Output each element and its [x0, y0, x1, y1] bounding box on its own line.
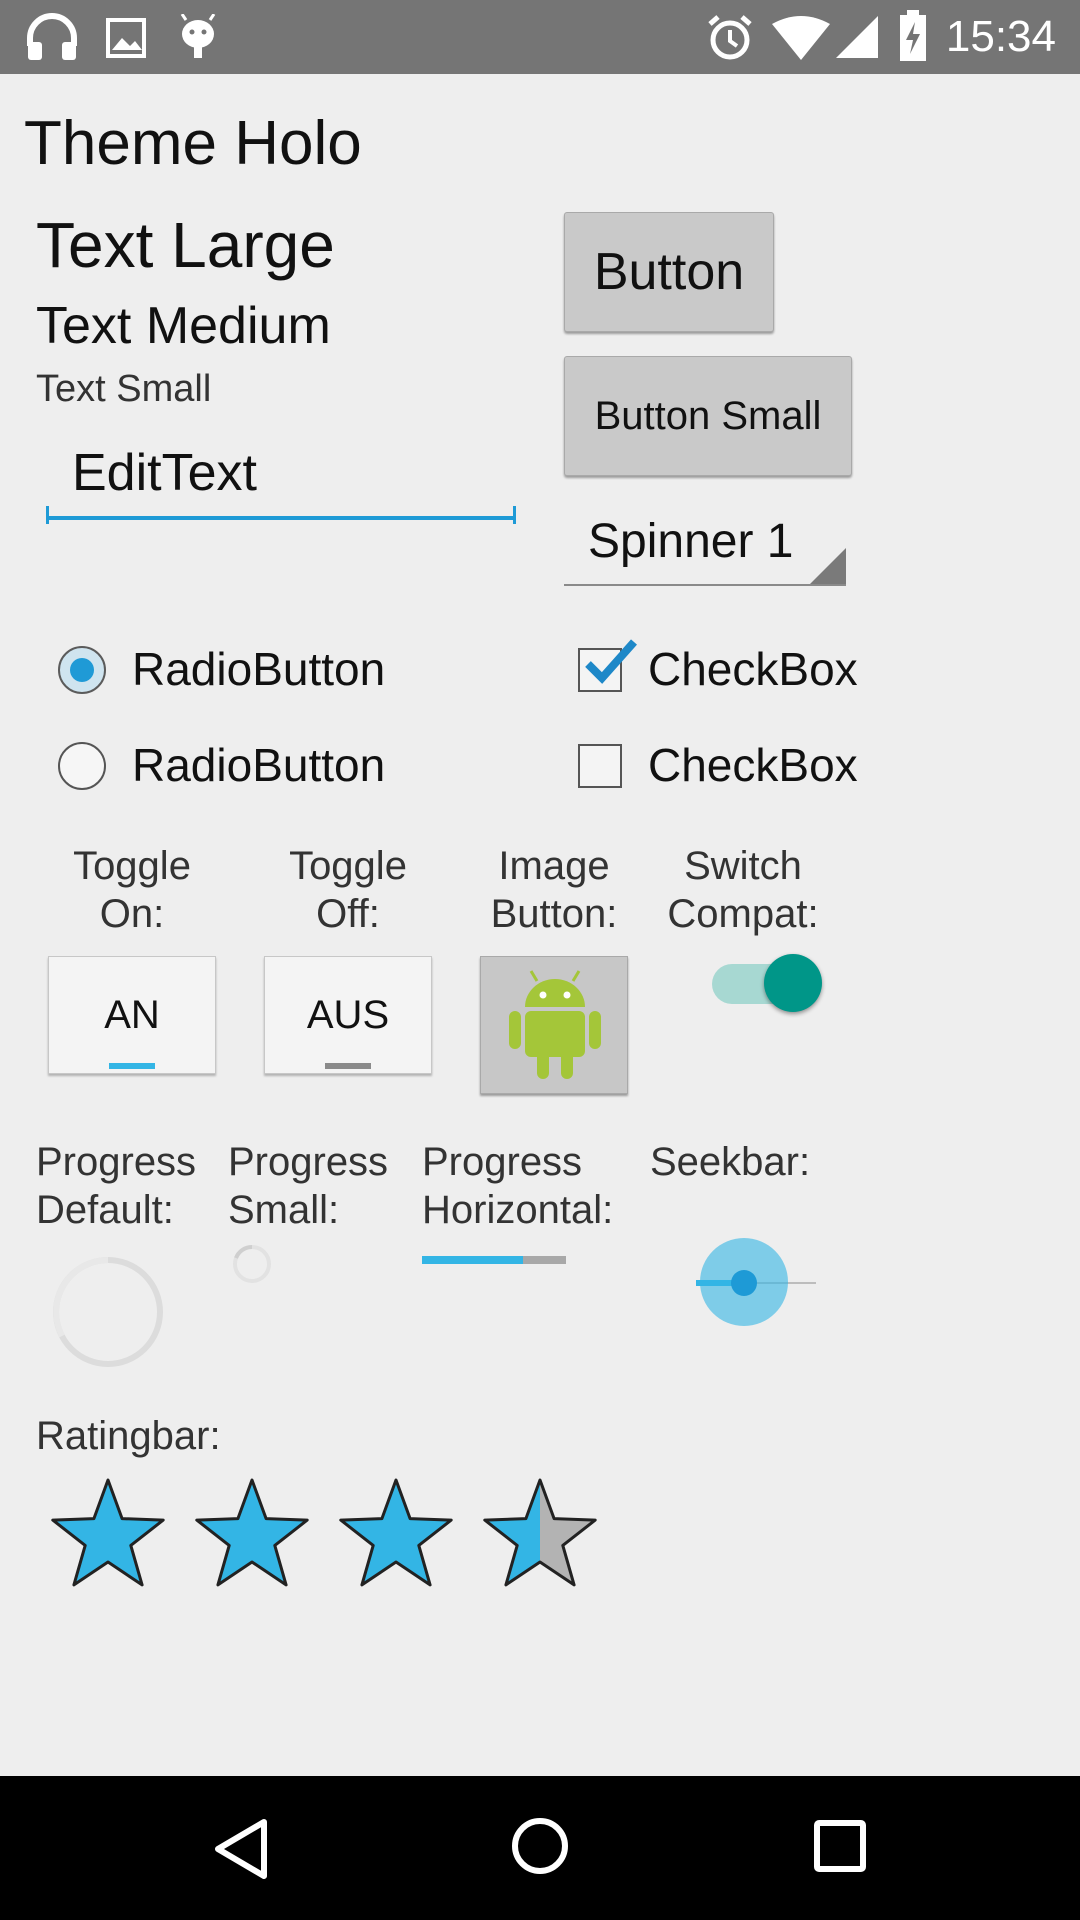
toggle-button-on[interactable]: AN	[48, 956, 216, 1074]
toggle-on-caption-line-1: Toggle	[73, 844, 191, 888]
radio-selected-dot	[70, 658, 94, 682]
edittext-container	[46, 430, 516, 526]
navigation-bar	[0, 1776, 1080, 1920]
radio-label-2: RadioButton	[132, 739, 386, 791]
rating-star-icon[interactable]	[483, 1478, 597, 1587]
status-clock: 15:34	[945, 12, 1056, 61]
progress-horizontal-track	[422, 1256, 566, 1264]
battery-charging-icon	[900, 10, 926, 61]
seekbar[interactable]	[696, 1238, 816, 1326]
toggle-on-indicator	[109, 1063, 155, 1069]
radio-button-2[interactable]	[58, 742, 106, 790]
headphones-icon	[27, 13, 77, 60]
rating-star-icon[interactable]	[339, 1478, 453, 1587]
edittext-right-tick	[513, 506, 516, 524]
progress-horizontal-caption-line-2: Horizontal:	[422, 1188, 614, 1232]
spinner[interactable]: Spinner 1	[564, 500, 846, 586]
button[interactable]: Button	[564, 212, 774, 332]
switch-compat-thumb[interactable]	[764, 954, 822, 1012]
toggle-on-caption-line-2: On:	[99, 892, 165, 936]
android-robot-icon	[509, 970, 601, 1079]
page-title: Theme Holo	[24, 109, 362, 178]
text-large: Text Large	[36, 209, 335, 281]
text-medium: Text Medium	[36, 297, 331, 355]
image-button[interactable]	[480, 956, 628, 1094]
progress-horizontal-caption-line-1: Progress	[422, 1140, 583, 1184]
edittext-field[interactable]	[46, 430, 516, 520]
progress-default-caption-line-1: Progress	[36, 1140, 197, 1184]
toggle-off-caption-line-2: Off:	[316, 892, 380, 936]
toggle-off-caption-line-1: Toggle	[289, 844, 407, 888]
rating-star-icon[interactable]	[51, 1478, 165, 1587]
spinner-selected-value: Spinner 1	[588, 515, 794, 568]
progress-default-caption-line-2: Default:	[36, 1188, 174, 1232]
seekbar-thumb[interactable]	[731, 1270, 757, 1296]
status-bar: 15:34	[0, 0, 1080, 74]
toggle-on-label: AN	[104, 993, 160, 1037]
checkbox-label-2: CheckBox	[648, 739, 858, 791]
progress-small-spinner	[233, 1244, 271, 1283]
progress-default-caption: Progress Default:	[36, 1138, 196, 1234]
checkmark-icon	[585, 639, 637, 684]
rating-star-icon[interactable]	[195, 1478, 309, 1587]
radio-button-1[interactable]	[58, 646, 106, 694]
android-debug-icon	[180, 14, 216, 58]
toggle-off-caption: Toggle Off:	[264, 842, 432, 938]
ratingbar-caption: Ratingbar:	[36, 1414, 221, 1458]
image-icon	[106, 18, 146, 58]
radio-label-1: RadioButton	[132, 643, 386, 695]
image-button-caption-line-2: Button:	[490, 892, 618, 936]
switch-caption-line-1: Switch	[684, 844, 802, 888]
wifi-icon	[772, 16, 830, 60]
button-small[interactable]: Button Small	[564, 356, 852, 476]
switch-caption-line-2: Compat:	[667, 892, 819, 936]
home-icon[interactable]	[510, 1816, 570, 1876]
toggle-off-indicator	[325, 1063, 371, 1069]
progress-horizontal-fill	[422, 1256, 523, 1264]
spinner-dropdown-icon	[810, 548, 846, 584]
alarm-icon	[708, 15, 752, 60]
checkbox-2[interactable]	[578, 744, 622, 788]
seekbar-caption: Seekbar:	[650, 1140, 811, 1184]
recents-icon[interactable]	[814, 1820, 866, 1872]
progress-horizontal-caption: Progress Horizontal:	[422, 1138, 613, 1234]
progress-small-caption-line-1: Progress	[228, 1140, 389, 1184]
toggle-off-label: AUS	[306, 993, 390, 1037]
image-button-caption: Image Button:	[470, 842, 638, 938]
progress-small-caption-line-2: Small:	[228, 1188, 340, 1232]
progress-default-spinner	[53, 1257, 163, 1367]
back-icon[interactable]	[210, 1816, 272, 1882]
checkbox-label-1: CheckBox	[648, 643, 858, 695]
switch-compat-caption: Switch Compat:	[652, 842, 834, 938]
checkbox-1[interactable]	[578, 639, 637, 692]
image-button-caption-line-1: Image	[498, 844, 610, 888]
progress-small-caption: Progress Small:	[228, 1138, 388, 1234]
signal-icon	[836, 16, 878, 58]
text-small: Text Small	[36, 368, 212, 410]
toggle-button-off[interactable]: AUS	[264, 956, 432, 1074]
edittext-left-tick	[46, 506, 49, 524]
ratingbar[interactable]	[46, 1476, 606, 1596]
toggle-on-caption: Toggle On:	[48, 842, 216, 938]
